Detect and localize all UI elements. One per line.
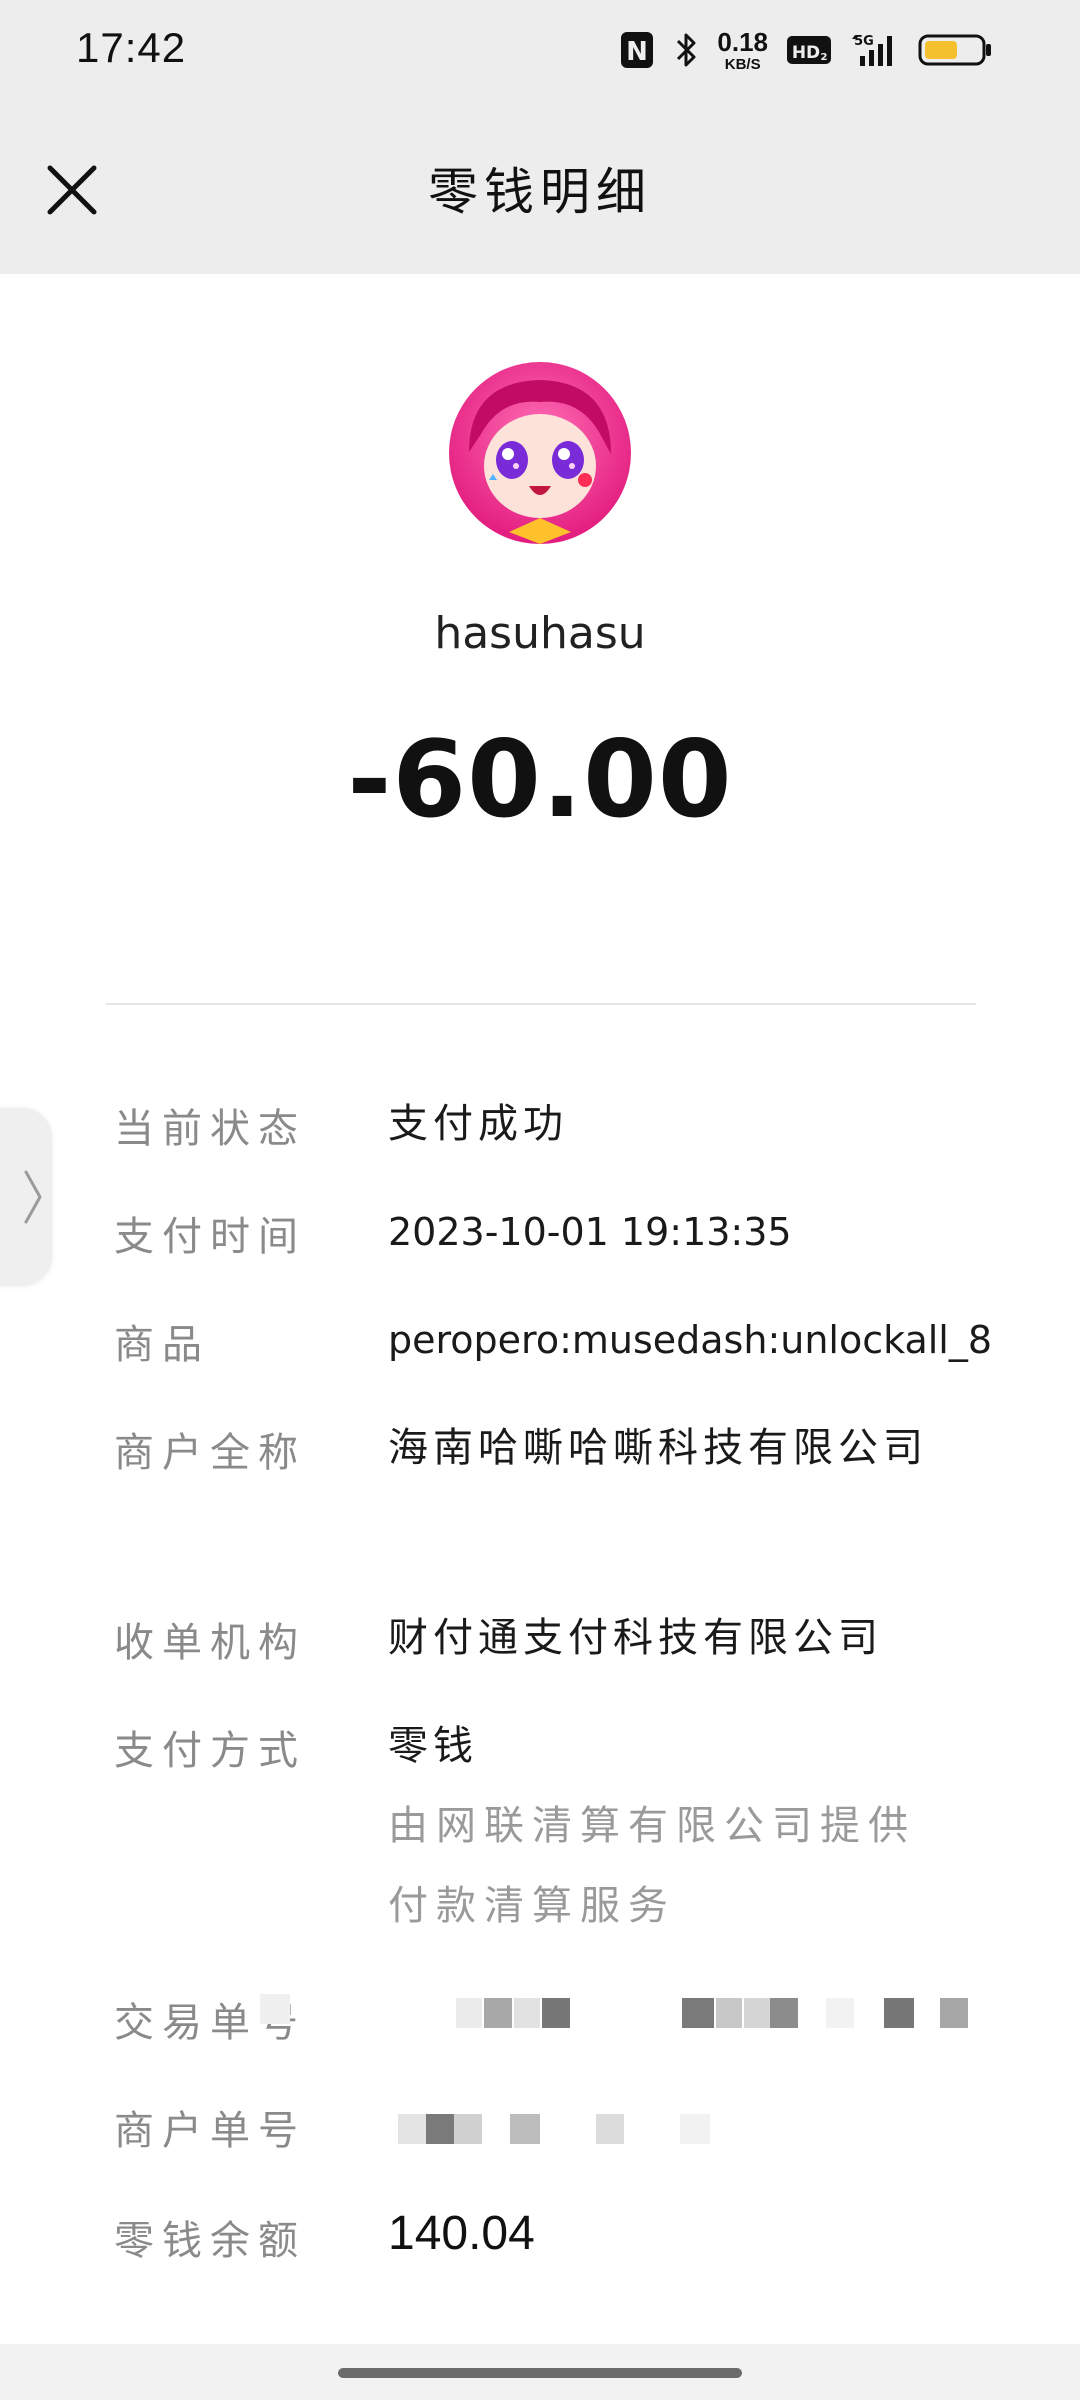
status-icons: N 0.18 KB/S HD 2 5G	[619, 26, 994, 74]
transaction-amount: -60.00	[347, 718, 733, 841]
product-value: peropero:musedash:unlockall_8	[388, 1318, 993, 1362]
network-speed: 0.18 KB/S	[717, 29, 768, 72]
top-bar: 17:42 N 0.18 KB/S HD 2 5G 零钱明细	[0, 0, 1080, 274]
acquirer-label: 收单机构	[114, 1620, 306, 1666]
payee-name: hasuhasu	[434, 608, 646, 659]
product-label: 商品	[114, 1322, 210, 1368]
status-label: 当前状态	[114, 1106, 306, 1152]
status-bar: 17:42 N 0.18 KB/S HD 2 5G	[0, 0, 1080, 100]
merchant-name-value: 海南哈嘶哈嘶科技有限公司	[388, 1425, 928, 1471]
payee-avatar	[449, 362, 631, 544]
merchant-name-label: 商户全称	[114, 1430, 306, 1476]
payment-method-note: 由网联清算有限公司提供付款清算服务	[388, 1803, 916, 1929]
status-value: 支付成功	[388, 1101, 568, 1147]
merchant-order-label: 商户单号	[114, 2108, 306, 2154]
page-title: 零钱明细	[428, 163, 652, 221]
network-speed-value: 0.18	[717, 26, 768, 57]
divider	[106, 1003, 976, 1005]
acquirer-value: 财付通支付科技有限公司	[388, 1615, 883, 1661]
title-bar: 零钱明细	[0, 110, 1080, 260]
battery-icon	[918, 30, 994, 70]
home-indicator[interactable]	[338, 2368, 742, 2378]
balance-label: 零钱余额	[114, 2218, 306, 2264]
network-speed-unit: KB/S	[724, 55, 761, 73]
bluetooth-icon	[673, 30, 699, 70]
status-time: 17:42	[76, 24, 187, 71]
side-panel-handle[interactable]	[0, 1108, 52, 1286]
svg-text:2: 2	[821, 52, 828, 63]
svg-text:N: N	[627, 37, 649, 67]
balance-value: 140.04	[388, 2207, 535, 2260]
chevron-right-icon	[24, 1170, 42, 1224]
payment-method-value: 零钱 由网联清算有限公司提供付款清算服务	[388, 1706, 948, 1946]
svg-text:5G: 5G	[854, 34, 874, 49]
svg-text:HD: HD	[792, 43, 820, 63]
payment-time-label: 支付时间	[114, 1214, 306, 1260]
nfc-icon: N	[619, 30, 655, 70]
payment-method-label: 支付方式	[114, 1728, 306, 1774]
cellular-signal-icon: 5G	[850, 30, 900, 70]
payment-time-value: 2023-10-01 19:13:35	[388, 1210, 792, 1254]
hd-icon: HD 2	[786, 33, 832, 67]
payment-method-name: 零钱	[388, 1723, 478, 1769]
